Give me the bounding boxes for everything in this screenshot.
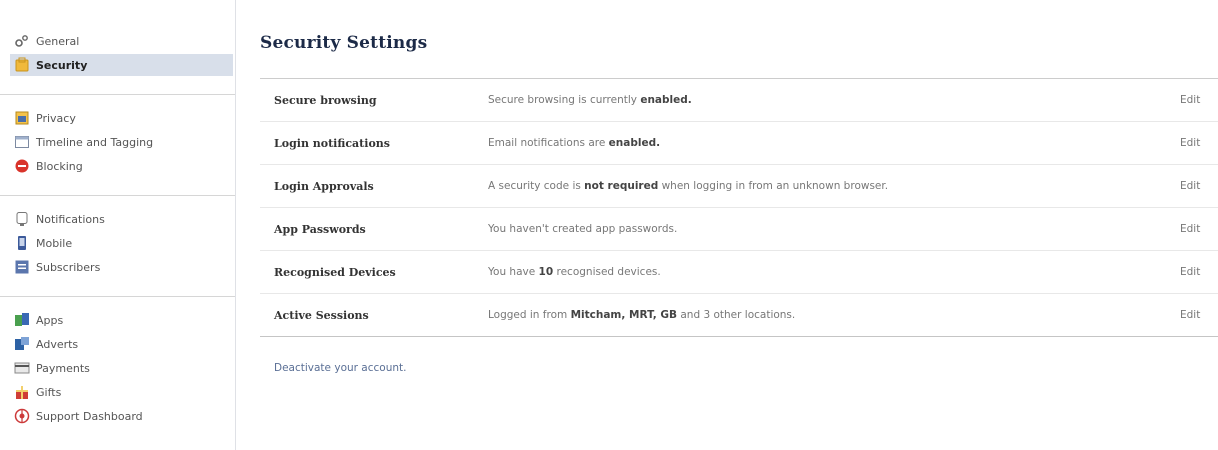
setting-label: App Passwords [274,222,366,236]
sidebar-item-label: Payments [36,361,90,375]
deactivate-account-link[interactable]: Deactivate your account. [274,362,406,374]
setting-label: Active Sessions [274,308,369,322]
sidebar-item-support-dashboard[interactable]: Support Dashboard [10,405,233,427]
setting-row: Active Sessions Logged in from Mitcham, M… [260,294,1218,337]
rss-icon [14,259,30,275]
sidebar-item-privacy[interactable]: Privacy [10,107,233,129]
sidebar-item-security[interactable]: Security [10,54,233,76]
settings-sidebar: General Security Privacy Timeline and Taggi… [0,0,236,450]
description-emphasis: not required [584,180,659,192]
description-text: when logging in from an unknown browser. [658,180,889,192]
setting-description: Logged in from Mitcham, MRT, GB and 3 ot… [488,309,1180,321]
sidebar-item-subscribers[interactable]: Subscribers [10,256,233,278]
sidebar-item-apps[interactable]: Apps [10,309,233,331]
description-emphasis: Mitcham, MRT, GB [570,309,678,321]
description-text: recognised devices. [553,266,661,278]
setting-label: Recognised Devices [274,265,396,279]
description-text: A security code is [488,180,585,192]
description-emphasis: enabled. [640,94,692,106]
sidebar-item-label: General [36,34,80,48]
sidebar-divider [0,296,235,297]
adverts-icon [14,336,30,352]
setting-description: You haven't created app passwords. [488,223,1180,235]
apps-icon [14,312,30,328]
sidebar-item-adverts[interactable]: Adverts [10,333,233,355]
setting-description: Secure browsing is currently enabled. [488,94,1180,106]
sidebar-item-label: Notifications [36,212,105,226]
shield-icon [14,57,30,73]
sidebar-item-label: Support Dashboard [36,409,143,423]
page-title: Security Settings [260,33,428,53]
sidebar-item-label: Timeline and Tagging [36,135,154,149]
sidebar-item-general[interactable]: General [10,30,233,52]
description-text: Email notifications are [488,137,609,149]
support-icon [14,408,30,424]
description-text: and 3 other locations. [677,309,796,321]
gift-icon [14,384,30,400]
sidebar-divider [0,94,235,95]
sidebar-item-mobile[interactable]: Mobile [10,232,233,254]
sidebar-item-label: Privacy [36,111,76,125]
timeline-icon [14,134,30,150]
sidebar-item-label: Security [36,58,88,72]
sidebar-group: Notifications Mobile Subscribers [0,208,235,286]
sidebar-item-notifications[interactable]: Notifications [10,208,233,230]
sidebar-item-blocking[interactable]: Blocking [10,155,233,177]
sidebar-item-timeline-and-tagging[interactable]: Timeline and Tagging [10,131,233,153]
sidebar-group: Apps Adverts Payments Gifts Support Dashboar… [0,309,235,435]
gear-icon [14,33,30,49]
description-text: Logged in from [488,309,571,321]
edit-link[interactable]: Edit [1180,223,1218,235]
sidebar-group: General Security [0,0,235,84]
sidebar-item-label: Apps [36,313,64,327]
edit-link[interactable]: Edit [1180,266,1218,278]
setting-row: Login notifications Email notifications a… [260,122,1218,165]
description-text: You haven't created app passwords. [488,223,678,235]
sidebar-item-label: Gifts [36,385,62,399]
sidebar-item-label: Subscribers [36,260,101,274]
setting-row: Recognised Devices You have 10 recognised… [260,251,1218,294]
setting-row: App Passwords You haven't created app pas… [260,208,1218,251]
sidebar-item-payments[interactable]: Payments [10,357,233,379]
sidebar-item-label: Blocking [36,159,83,173]
setting-row: Login Approvals A security code is not re… [260,165,1218,208]
payments-icon [14,360,30,376]
edit-link[interactable]: Edit [1180,309,1218,321]
edit-link[interactable]: Edit [1180,180,1218,192]
setting-description: A security code is not required when log… [488,180,1180,192]
edit-link[interactable]: Edit [1180,137,1218,149]
sidebar-item-gifts[interactable]: Gifts [10,381,233,403]
globe-icon [14,211,30,227]
description-emphasis: 10 [538,266,554,278]
sidebar-item-label: Mobile [36,236,73,250]
block-icon [14,158,30,174]
setting-row: Secure browsing Secure browsing is curren… [260,79,1218,122]
sidebar-item-label: Adverts [36,337,79,351]
setting-label: Login Approvals [274,179,374,193]
sidebar-group: Privacy Timeline and Tagging Blocking [0,107,235,185]
security-settings-table: Secure browsing Secure browsing is curren… [260,78,1218,337]
lock-icon [14,110,30,126]
description-text: You have [488,266,539,278]
setting-description: You have 10 recognised devices. [488,266,1180,278]
description-text: Secure browsing is currently [488,94,641,106]
sidebar-divider [0,195,235,196]
setting-label: Secure browsing [274,93,377,107]
edit-link[interactable]: Edit [1180,94,1218,106]
setting-label: Login notifications [274,136,390,150]
setting-description: Email notifications are enabled. [488,137,1180,149]
description-emphasis: enabled. [608,137,661,149]
mobile-icon [14,235,30,251]
